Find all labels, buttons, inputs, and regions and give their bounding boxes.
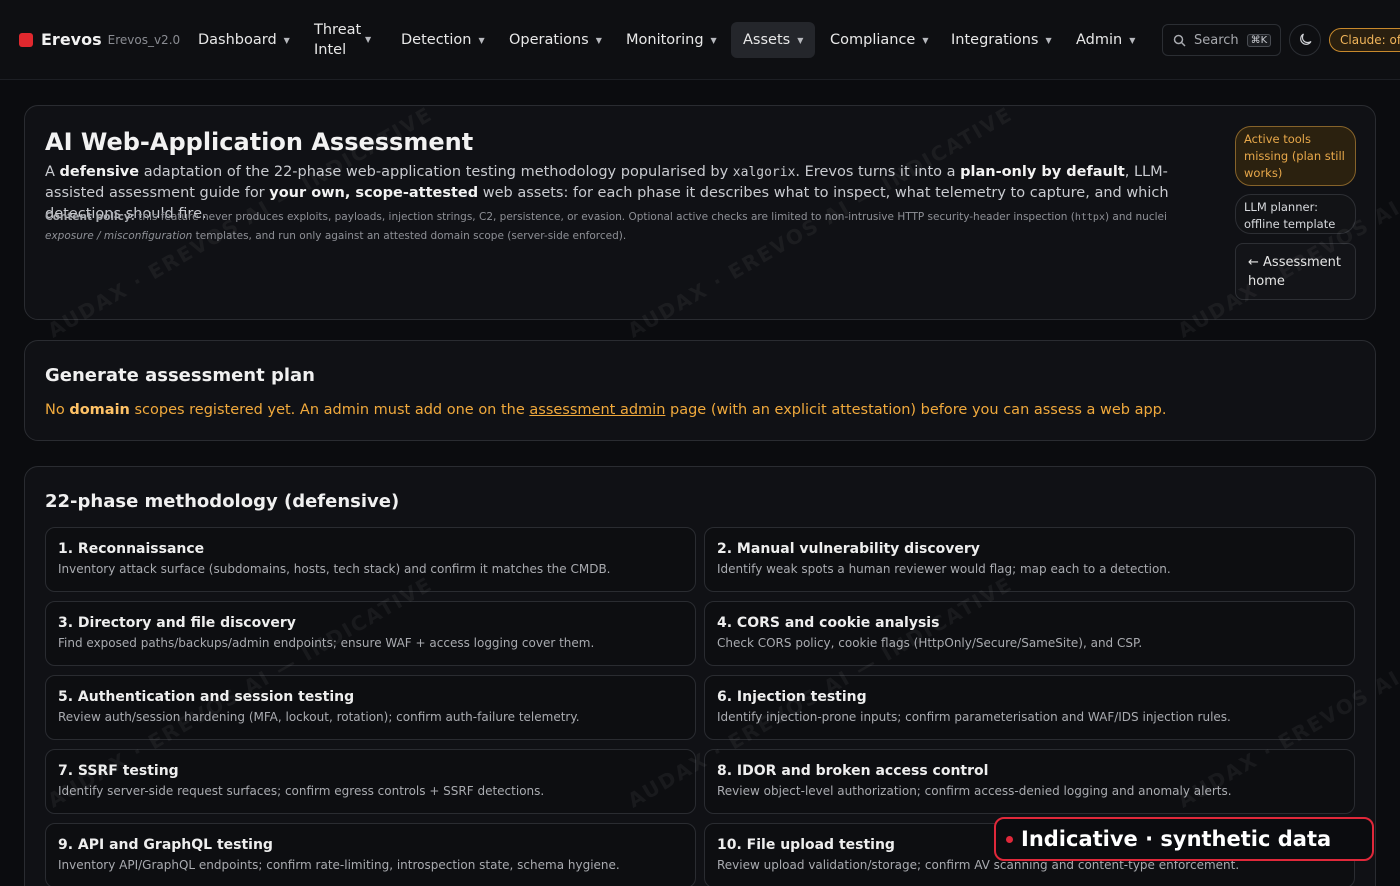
nav-detection[interactable]: Detection ▼ [389, 22, 497, 58]
phase-card[interactable]: 8. IDOR and broken access control Review… [704, 749, 1355, 814]
plan-title: Generate assessment plan [45, 365, 315, 386]
methodology-title: 22-phase methodology (defensive) [45, 491, 400, 512]
content-policy: Content policy: this feature never produ… [45, 211, 1167, 242]
phase-card[interactable]: 1. Reconnaissance Inventory attack surfa… [45, 527, 696, 592]
no-scope-notice: No domain scopes registered yet. An admi… [45, 402, 1167, 418]
chevron-down-icon: ▼ [922, 35, 929, 45]
synthetic-data-badge: Indicative · synthetic data [994, 817, 1374, 861]
assessment-admin-link[interactable]: assessment admin [529, 402, 665, 418]
top-nav: Erevos Erevos_v2.0 Dashboard ▼ Threat Int… [0, 0, 1400, 80]
chevron-down-icon: ▼ [478, 35, 485, 45]
search-shortcut: ⌘K [1246, 33, 1272, 47]
chevron-down-icon: ▼ [365, 35, 372, 44]
page-title: AI Web-Application Assessment [45, 128, 474, 156]
nav-label: Assets [743, 32, 791, 48]
brand-logo-icon [19, 32, 33, 47]
phase-title: 3. Directory and file discovery [58, 615, 296, 631]
assessment-home-button[interactable]: ← Assessment home [1235, 243, 1356, 300]
active-tools-badge: Active tools missing (plan still works) [1235, 126, 1356, 186]
chevron-down-icon: ▼ [283, 35, 290, 45]
moon-icon [1300, 33, 1312, 45]
nav-dashboard[interactable]: Dashboard ▼ [186, 22, 302, 58]
status-dot-icon [1006, 835, 1013, 843]
phase-description: Check CORS policy, cookie flags (HttpOnl… [717, 636, 1143, 650]
nav-label: Integrations [951, 32, 1039, 48]
phase-description: Inventory attack surface (subdomains, ho… [58, 562, 611, 576]
search-icon [1173, 34, 1186, 47]
phase-description: Identify server-side request surfaces; c… [58, 784, 545, 798]
phase-card[interactable]: 3. Directory and file discovery Find exp… [45, 601, 696, 666]
phase-description: Inventory API/GraphQL endpoints; confirm… [58, 858, 620, 872]
phase-description: Identify injection-prone inputs; confirm… [717, 710, 1231, 724]
phase-title: 5. Authentication and session testing [58, 689, 355, 705]
brand-name: Erevos [41, 30, 102, 49]
chevron-down-icon: ▼ [797, 35, 804, 45]
brand-version: Erevos_v2.0 [107, 32, 181, 47]
theme-toggle-button[interactable] [1289, 24, 1321, 56]
phase-description: Identify weak spots a human reviewer wou… [717, 562, 1171, 576]
phase-card[interactable]: 9. API and GraphQL testing Inventory API… [45, 823, 696, 886]
phase-title: 2. Manual vulnerability discovery [717, 541, 980, 557]
phase-card[interactable]: 6. Injection testing Identify injection-… [704, 675, 1355, 740]
chevron-down-icon: ▼ [710, 35, 717, 45]
phase-title: 4. CORS and cookie analysis [717, 615, 940, 631]
nav-label: Threat Intel [314, 22, 362, 58]
nav-label: Compliance [830, 32, 916, 48]
nav-label: Admin [1076, 32, 1123, 48]
chevron-down-icon: ▼ [1045, 35, 1052, 45]
nav-operations[interactable]: Operations ▼ [497, 22, 614, 58]
nav-assets[interactable]: Assets ▼ [731, 22, 816, 58]
search-button[interactable]: Search ⌘K [1162, 24, 1281, 56]
plan-card: Generate assessment plan No domain scope… [24, 340, 1376, 441]
phase-title: 7. SSRF testing [58, 763, 179, 779]
nav-threat-intel[interactable]: Threat Intel ▼ [302, 22, 383, 58]
brand[interactable]: Erevos Erevos_v2.0 [19, 30, 180, 49]
nav-label: Monitoring [626, 32, 704, 48]
phase-card[interactable]: 4. CORS and cookie analysis Check CORS p… [704, 601, 1355, 666]
phase-title: 6. Injection testing [717, 689, 867, 705]
nav-integrations[interactable]: Integrations ▼ [939, 22, 1064, 58]
phase-description: Review auth/session hardening (MFA, lock… [58, 710, 580, 724]
claude-status-badge[interactable]: Claude: offline [1329, 28, 1400, 52]
phase-card[interactable]: 7. SSRF testing Identify server-side req… [45, 749, 696, 814]
nav-monitoring[interactable]: Monitoring ▼ [614, 22, 729, 58]
nav-admin[interactable]: Admin ▼ [1064, 22, 1147, 58]
synthetic-data-label: Indicative · synthetic data [1021, 827, 1332, 851]
chevron-down-icon: ▼ [1129, 35, 1136, 45]
nav-label: Dashboard [198, 32, 277, 48]
phase-card[interactable]: 2. Manual vulnerability discovery Identi… [704, 527, 1355, 592]
phase-title: 9. API and GraphQL testing [58, 837, 273, 853]
phase-card[interactable]: 5. Authentication and session testing Re… [45, 675, 696, 740]
nav-label: Detection [401, 32, 472, 48]
phase-title: 8. IDOR and broken access control [717, 763, 989, 779]
llm-planner-badge: LLM planner: offline template [1235, 194, 1356, 234]
nav-compliance[interactable]: Compliance ▼ [818, 22, 941, 58]
search-label: Search [1194, 32, 1239, 48]
nav-label: Operations [509, 32, 589, 48]
header-card: AI Web-Application Assessment A defensiv… [24, 105, 1376, 320]
phase-description: Find exposed paths/backups/admin endpoin… [58, 636, 595, 650]
chevron-down-icon: ▼ [595, 35, 602, 45]
phase-description: Review object-level authorization; confi… [717, 784, 1232, 798]
phase-title: 1. Reconnaissance [58, 541, 205, 557]
